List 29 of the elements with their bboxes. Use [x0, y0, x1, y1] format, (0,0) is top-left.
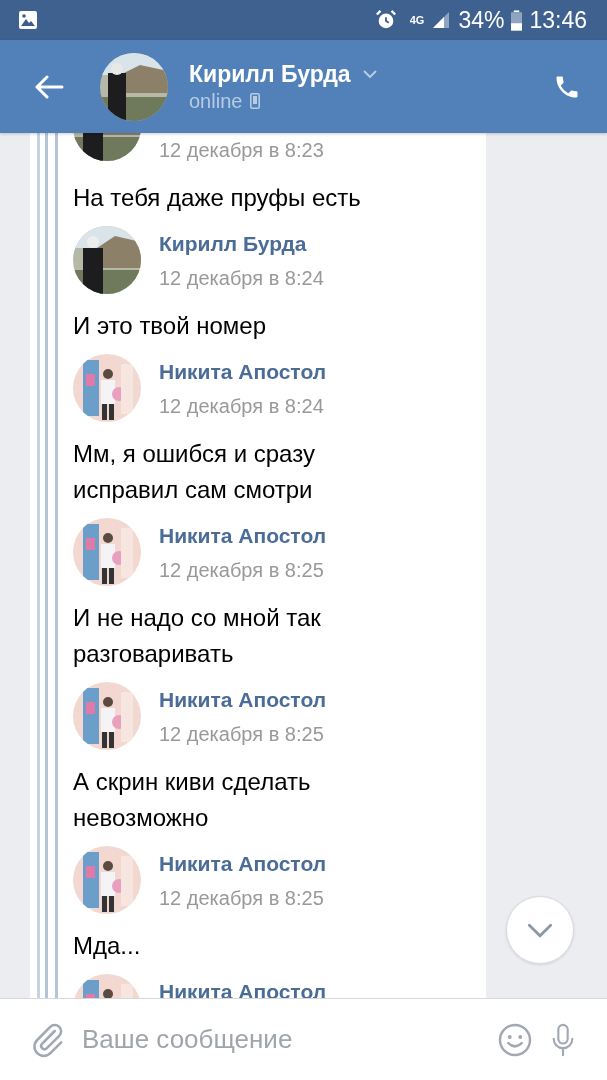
message-text: На тебя даже пруфы есть: [73, 183, 362, 213]
sender-name[interactable]: Никита Апостол: [159, 521, 327, 551]
message-time: 12 декабря в 8:25: [159, 558, 325, 583]
message-text: И это твой номер: [73, 311, 268, 341]
message-time: 12 декабря в 8:24: [159, 266, 324, 291]
message-time: 12 декабря в 8:25: [159, 722, 325, 747]
back-arrow-icon[interactable]: [34, 74, 64, 99]
alarm-icon: [374, 9, 397, 31]
message-time: 12 декабря в 8:23: [159, 138, 324, 163]
network-type: 4G: [409, 14, 425, 26]
sender-name[interactable]: Никита Апостол: [159, 357, 327, 387]
image-icon: [18, 10, 38, 30]
message-time: 12 декабря в 8:25: [159, 886, 325, 911]
signal-icon: [431, 10, 452, 30]
mobile-icon: [250, 93, 261, 109]
sender-name[interactable]: Кирилл Бурда: [159, 229, 324, 259]
battery-icon: [511, 9, 523, 31]
sender-name[interactable]: Никита Апостол: [159, 685, 327, 715]
online-status: online: [189, 89, 243, 113]
message-text: Мда...: [73, 931, 142, 961]
contact-name[interactable]: Кирилл Бурда: [189, 60, 351, 88]
sender-name[interactable]: Никита Апостол: [159, 849, 327, 879]
message-text: И не надо со мной так разговаривать: [73, 603, 322, 669]
clock: 13:46: [529, 6, 587, 34]
message-text: А скрин киви сделать невозможно: [73, 767, 312, 833]
message-time: 12 декабря в 8:24: [159, 394, 325, 419]
chevron-down-icon[interactable]: [527, 922, 553, 938]
battery-percent: 34%: [458, 6, 505, 34]
message-text: Мм, я ошибся и сразу исправил сам смотри: [73, 439, 316, 505]
